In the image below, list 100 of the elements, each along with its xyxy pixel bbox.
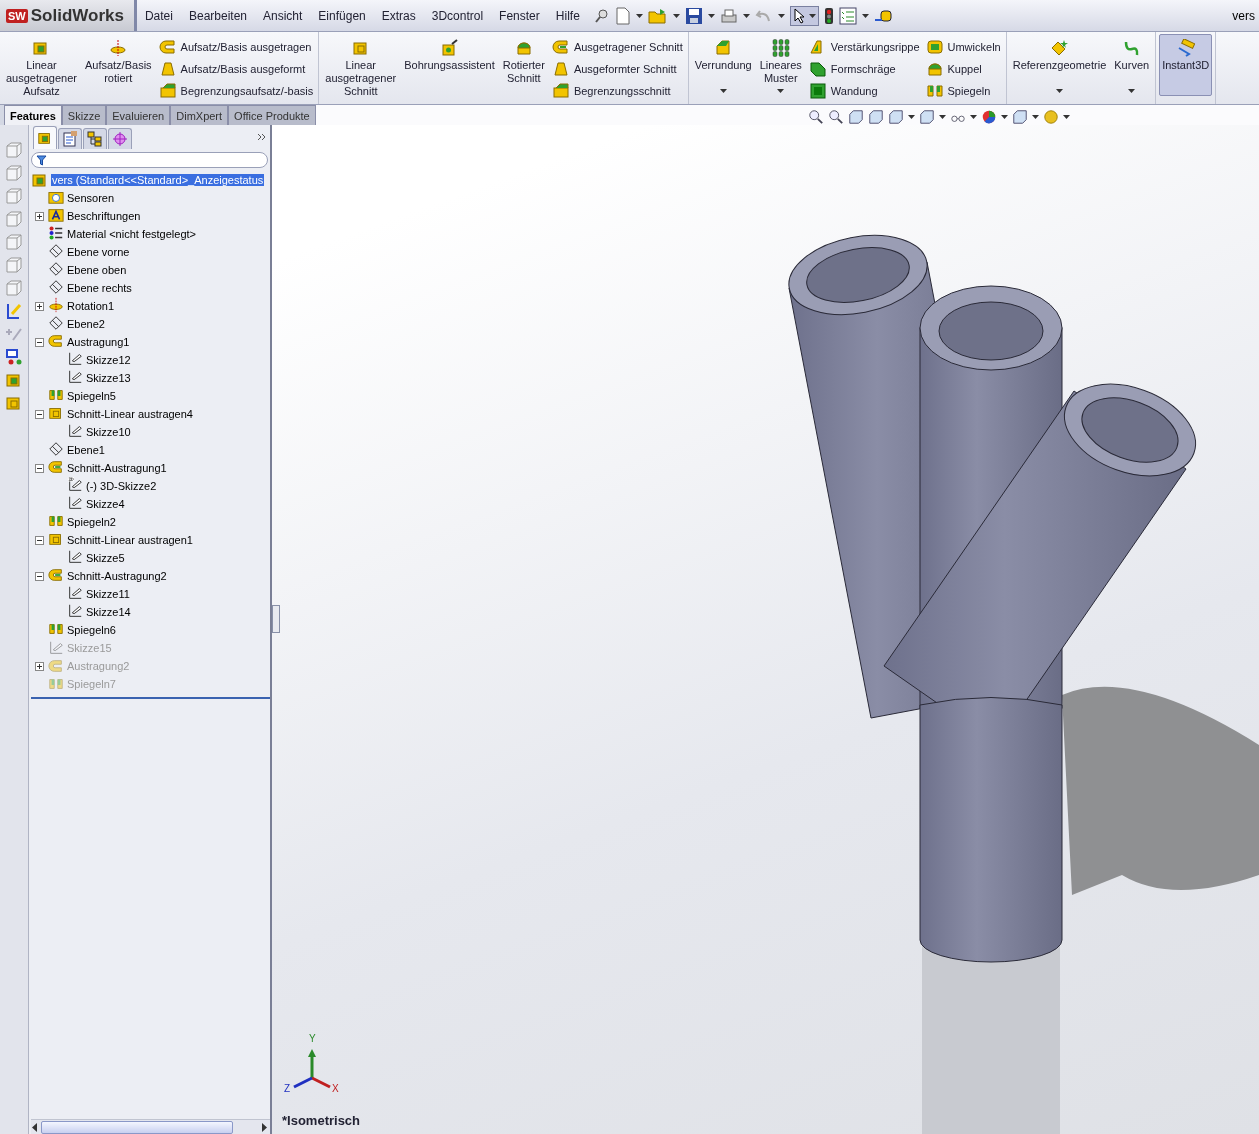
ribbon-button[interactable]: Bohrungsassistent: [401, 34, 498, 96]
tree-item[interactable]: Skizze14: [86, 606, 131, 618]
caret-icon[interactable]: [707, 13, 715, 18]
caret-icon[interactable]: [1000, 115, 1008, 119]
menu-item[interactable]: Hilfe: [547, 6, 588, 25]
caret-icon[interactable]: [777, 13, 785, 18]
dropdown-caret-icon[interactable]: [719, 89, 727, 93]
panel-tab[interactable]: [108, 128, 132, 149]
expand-toggle[interactable]: [35, 661, 44, 671]
ribbon-button[interactable]: Begrenzungsschnitt: [549, 82, 685, 100]
select-button[interactable]: [789, 5, 819, 26]
tree-item[interactable]: (-) 3D-Skizze2: [86, 480, 157, 492]
scroll-right-icon[interactable]: [260, 1123, 268, 1132]
ribbon-button[interactable]: Formschräge: [806, 60, 922, 78]
ribbon-button[interactable]: Spiegeln: [923, 82, 1003, 100]
ribbon-button[interactable]: Linear ausgetragener Aufsatz: [3, 34, 80, 101]
tree-root-item[interactable]: vers (Standard<<Standard>_Anzeigestatus: [51, 174, 265, 186]
tree-item[interactable]: Spiegeln2: [67, 516, 116, 528]
menu-item[interactable]: Bearbeiten: [180, 6, 255, 25]
ribbon-button[interactable]: Kurven: [1111, 34, 1153, 96]
caret-icon[interactable]: [1031, 115, 1039, 119]
tape-measure-icon[interactable]: [873, 8, 892, 23]
ribbon-button[interactable]: Ausgeformter Schnitt: [549, 60, 685, 78]
tree-item[interactable]: Skizze5: [86, 552, 125, 564]
traffic-light-icon[interactable]: [823, 6, 834, 25]
tree-item[interactable]: Skizze4: [86, 498, 125, 510]
ribbon-button[interactable]: Umwickeln: [923, 38, 1003, 56]
caret-icon[interactable]: [808, 13, 816, 18]
tree-item[interactable]: Schnitt-Linear austragen1: [67, 534, 193, 546]
ribbon-button[interactable]: Referenzgeometrie: [1009, 34, 1110, 96]
zoom-fit-icon[interactable]: [807, 109, 824, 125]
tree-item[interactable]: Ebene rechts: [67, 282, 132, 294]
tab[interactable]: DimXpert: [170, 105, 229, 125]
tree-item[interactable]: Ebene1: [67, 444, 105, 456]
tree-item[interactable]: Skizze10: [86, 426, 131, 438]
expand-toggle[interactable]: [35, 211, 44, 221]
tree-item[interactable]: Austragung1: [67, 336, 130, 348]
caret-icon[interactable]: [635, 13, 643, 18]
ribbon-button[interactable]: Aufsatz/Basis rotiert: [81, 34, 155, 96]
caret-icon[interactable]: [938, 115, 946, 119]
caret-icon[interactable]: [742, 13, 750, 18]
dropdown-caret-icon[interactable]: [1128, 89, 1136, 93]
panel-tab[interactable]: [58, 128, 82, 149]
tab[interactable]: Features: [4, 105, 62, 125]
tree-item[interactable]: Skizze11: [86, 588, 130, 600]
caret-icon[interactable]: [1062, 115, 1070, 119]
tab[interactable]: Skizze: [61, 105, 107, 125]
collapse-toggle[interactable]: [35, 571, 44, 581]
ribbon-button[interactable]: Verstärkungsrippe: [806, 38, 922, 56]
caret-icon[interactable]: [861, 13, 869, 18]
tree-item[interactable]: Ebene2: [67, 318, 105, 330]
tree-item[interactable]: Schnitt-Austragung2: [67, 570, 167, 582]
caret-icon[interactable]: [672, 13, 680, 18]
ribbon-button[interactable]: Rotierter Schnitt: [499, 34, 548, 96]
horizontal-scrollbar[interactable]: [31, 1119, 270, 1134]
caret-icon[interactable]: [969, 115, 977, 119]
tree-item[interactable]: Beschriftungen: [67, 210, 141, 222]
tree-item[interactable]: Ebene oben: [67, 264, 127, 276]
expand-toggle[interactable]: [35, 301, 44, 311]
sketch-pencil-icon[interactable]: [5, 302, 23, 320]
filter-field[interactable]: [31, 152, 268, 168]
tree-item[interactable]: Material <nicht festgelegt>: [67, 228, 197, 240]
tree-item[interactable]: Skizze12: [86, 354, 131, 366]
tree-item[interactable]: Skizze13: [86, 372, 131, 384]
scroll-left-icon[interactable]: [31, 1123, 39, 1132]
ribbon-button[interactable]: Lineares Muster: [756, 34, 805, 96]
collapse-toggle[interactable]: [35, 337, 44, 347]
caret-icon[interactable]: [907, 115, 915, 119]
menu-item[interactable]: Datei: [136, 6, 181, 25]
tree-item[interactable]: Ebene vorne: [67, 246, 130, 258]
collapse-toggle[interactable]: [35, 463, 44, 473]
tree-item[interactable]: Spiegeln5: [67, 390, 116, 402]
tab[interactable]: Evaluieren: [106, 105, 171, 125]
ribbon-button[interactable]: Wandung: [806, 82, 922, 100]
panel-tab[interactable]: [33, 126, 57, 149]
panel-collapse-handle[interactable]: [272, 605, 280, 633]
tree-item[interactable]: Schnitt-Austragung1: [67, 462, 167, 474]
tree-item[interactable]: Spiegeln6: [67, 624, 116, 636]
menu-item[interactable]: Einfügen: [310, 6, 374, 25]
checklist-icon[interactable]: [838, 6, 857, 25]
tree-item[interactable]: Sensoren: [67, 192, 115, 204]
ribbon-button[interactable]: Linear ausgetragener Schnitt: [322, 34, 400, 101]
dropdown-caret-icon[interactable]: [777, 89, 785, 93]
chevron-icon[interactable]: [257, 133, 266, 141]
ribbon-button[interactable]: Begrenzungsaufsatz/-basis: [156, 82, 316, 100]
tree-item[interactable]: Schnitt-Linear austragen4: [67, 408, 193, 420]
zoom-area-icon[interactable]: [827, 109, 844, 125]
menu-item[interactable]: 3Dcontrol: [423, 6, 492, 25]
collapse-toggle[interactable]: [35, 409, 44, 419]
printer-icon[interactable]: [719, 6, 738, 25]
ribbon-button[interactable]: Verrundung: [691, 34, 755, 96]
menu-item[interactable]: Fenster: [491, 6, 548, 25]
save-icon[interactable]: [684, 6, 703, 25]
collapse-toggle[interactable]: [35, 535, 44, 545]
ribbon-button[interactable]: Instant3D: [1159, 34, 1213, 96]
tree-item[interactable]: Rotation1: [67, 300, 115, 312]
dropdown-caret-icon[interactable]: [1056, 89, 1063, 93]
ribbon-button[interactable]: Ausgetragener Schnitt: [549, 38, 685, 56]
menu-item[interactable]: Extras: [373, 6, 424, 25]
menu-item[interactable]: Ansicht: [255, 6, 311, 25]
